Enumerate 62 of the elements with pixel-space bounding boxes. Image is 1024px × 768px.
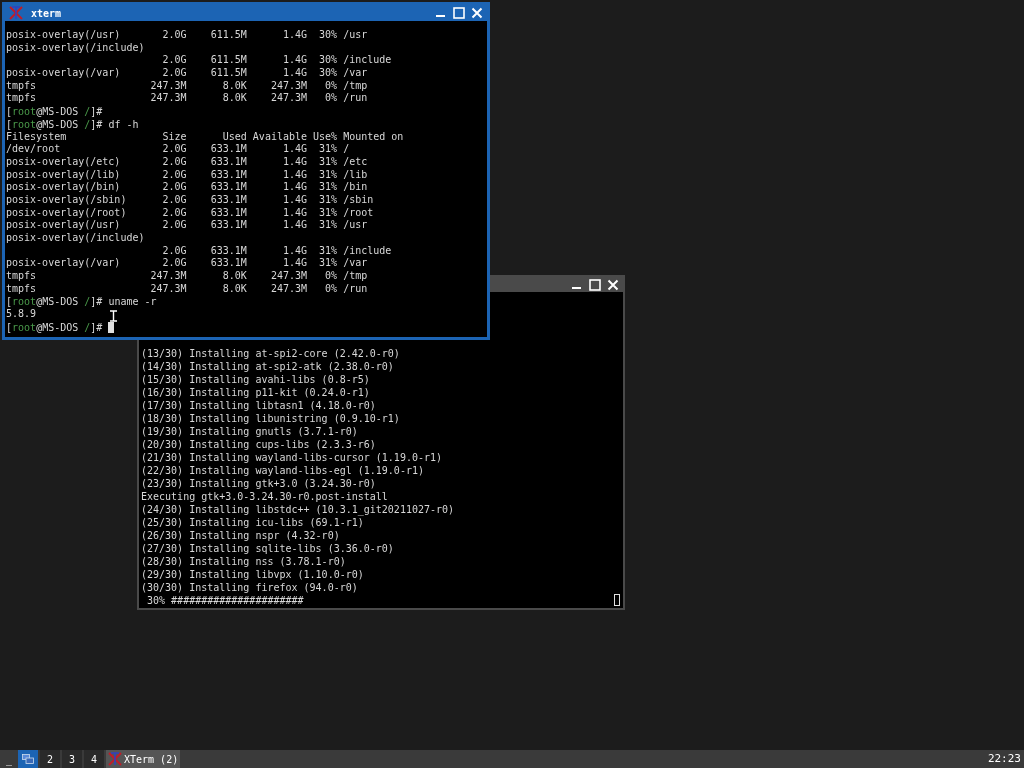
prompt-line: [root@MS-DOS /]# uname -r [6,295,157,309]
output-line: (27/30) Installing sqlite-libs (3.36.0-r0) [141,542,394,555]
output-line: posix-overlay(/usr) 2.0G 611.5M 1.4G 30% /usr [6,29,368,42]
output-line: (21/30) Installing wayland-libs-cursor (1.19.0-r1) [141,451,443,464]
clock: 22:23 [987,750,1022,767]
windows-icon [22,754,34,764]
output-line: 30% ###################### [146,594,304,607]
output-line: posix-overlay(/root) 2.0G 633.1M 1.4G 31% /root [6,206,374,220]
cursor-icon [614,594,620,606]
output-line: (19/30) Installing gnutls (3.7.1-r0) [141,425,358,438]
workspace-button[interactable] [18,750,38,768]
output-line: posix-overlay(/include) [6,41,145,55]
title-bar[interactable]: xterm [5,5,487,21]
output-line: (20/30) Installing cups-libs (2.3.3-r6) [141,438,376,451]
output-line: (22/30) Installing wayland-libs-egl (1.19.0-r1) [141,464,424,477]
output-line: tmpfs 247.3M 8.0K 247.3M 0% /tmp [6,270,368,283]
output-line: 5.8.9 [6,308,37,321]
output-line: (29/30) Installing libvpx (1.10.0-r0) [141,568,364,581]
output-line: (24/30) Installing libstdc++ (10.3.1_git20211027-r0) [141,503,455,516]
close-icon[interactable] [471,7,483,19]
output-line: (13/30) Installing at-spi2-core (2.42.0-r0) [141,347,400,360]
output-line: tmpfs 247.3M 8.0K 247.3M 0% /run [6,92,368,106]
workspace-button[interactable]: 2 [40,750,60,768]
output-line: (16/30) Installing p11-kit (0.24.0-r1) [141,386,370,399]
output-line: Executing gtk+3.0-3.24.30-r0.post-install [141,490,388,503]
x-logo-icon [108,752,122,766]
output-line: (25/30) Installing icu-libs (69.1-r1) [141,516,364,529]
output-line: posix-overlay(/sbin) 2.0G 633.1M 1.4G 31% /sbin [6,193,374,207]
output-line: posix-overlay(/usr) 2.0G 633.1M 1.4G 31% /usr [6,219,368,232]
prompt-line: [root@MS-DOS /]# df -h [6,117,139,131]
output-line: posix-overlay(/lib) 2.0G 633.1M 1.4G 31% /lib [6,168,368,182]
maximize-icon[interactable] [453,7,465,19]
output-line: (14/30) Installing at-spi2-atk (2.38.0-r0) [141,360,394,373]
menu-button[interactable]: _ [0,750,18,768]
workspace-button[interactable]: 4 [84,750,104,768]
maximize-icon[interactable] [589,278,601,291]
output-line: posix-overlay(/var) 2.0G 633.1M 1.4G 31% /var [6,257,368,271]
output-line: (15/30) Installing avahi-libs (0.8-r5) [141,373,370,386]
output-line: 2.0G 633.1M 1.4G 31% /include [161,244,392,258]
workspace-button[interactable]: 3 [62,750,82,768]
prompt-line: [root@MS-DOS /]# [6,320,115,334]
output-line: tmpfs 247.3M 8.0K 247.3M 0% /run [6,282,368,296]
output-line: (17/30) Installing libtasn1 (4.18.0-r0) [141,399,376,412]
output-line: posix-overlay(/var) 2.0G 611.5M 1.4G 30% /var [6,67,368,80]
text-cursor-icon [110,310,117,322]
output-line: 2.0G 611.5M 1.4G 30% /include [161,54,392,68]
output-line: (30/30) Installing firefox (94.0-r0) [141,581,358,594]
output-line: (28/30) Installing nss (3.78.1-r0) [141,555,346,568]
prompt-line: [root@MS-DOS /]# [6,105,103,118]
x-logo-icon [9,6,23,20]
task-button[interactable]: XTerm (2) [106,750,181,768]
output-line: posix-overlay(/include) [6,232,145,245]
output-line: (26/30) Installing nspr (4.32-r0) [141,529,340,542]
output-line: (18/30) Installing libunistring (0.9.10-r1) [141,412,400,425]
output-line: posix-overlay(/etc) 2.0G 633.1M 1.4G 31% /etc [6,155,368,169]
output-line: /dev/root 2.0G 633.1M 1.4G 31% / [6,143,350,156]
window-title: xterm [31,6,63,21]
output-line: (23/30) Installing gtk+3.0 (3.24.30-r0) [141,477,376,490]
output-line: tmpfs 247.3M 8.0K 247.3M 0% /tmp [6,79,368,93]
close-icon[interactable] [607,278,619,291]
output-line: Filesystem Size Used Available Use% Mounted on [6,130,404,144]
output-line: posix-overlay(/bin) 2.0G 633.1M 1.4G 31% /bin [6,181,368,194]
